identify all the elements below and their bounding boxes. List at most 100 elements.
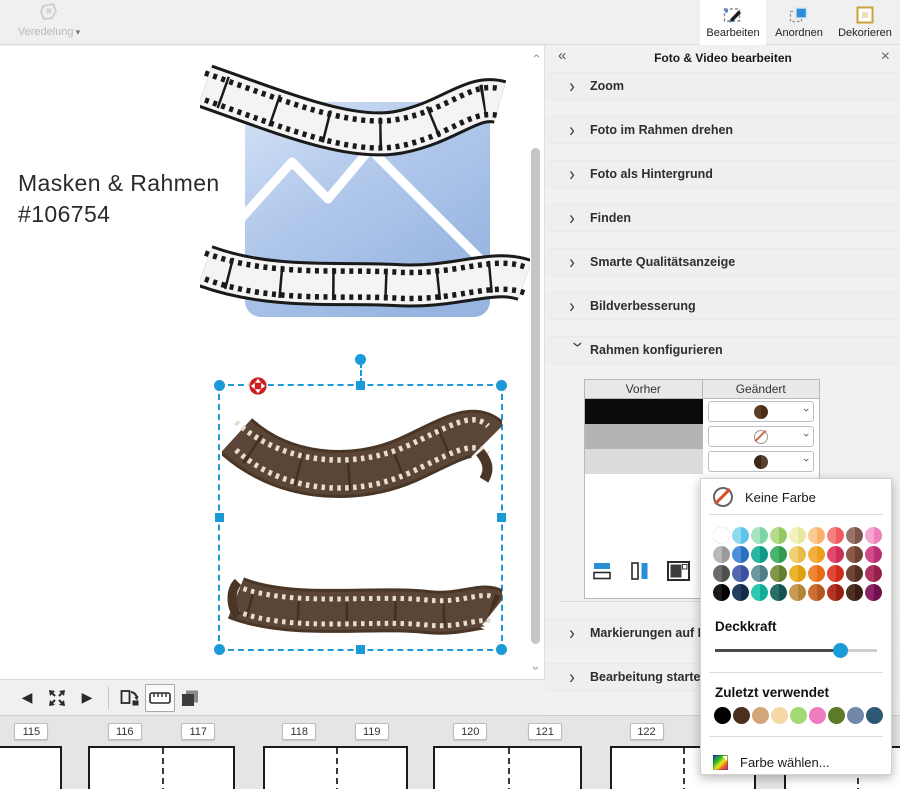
- handle-middle-left[interactable]: [215, 513, 224, 522]
- scroll-up-icon[interactable]: ›: [530, 50, 542, 62]
- palette-color-0-4[interactable]: [789, 527, 806, 544]
- palette-color-2-0[interactable]: [713, 565, 730, 582]
- recent-color-6[interactable]: [828, 707, 845, 724]
- page-number-label[interactable]: 120: [453, 723, 487, 740]
- handle-bottom-left[interactable]: [214, 644, 225, 655]
- recent-color-0[interactable]: [714, 707, 731, 724]
- after-color-dropdown-2[interactable]: ›: [708, 426, 814, 447]
- palette-color-1-8[interactable]: [865, 546, 882, 563]
- scroll-down-icon[interactable]: ›: [530, 662, 542, 674]
- palette-color-3-2[interactable]: [751, 584, 768, 601]
- filmstrip-placeholder-graphic[interactable]: [200, 54, 530, 326]
- recent-color-5[interactable]: [809, 707, 826, 724]
- page-number-label[interactable]: 121: [528, 723, 562, 740]
- palette-color-3-0[interactable]: [713, 584, 730, 601]
- selection-box[interactable]: [218, 384, 503, 651]
- section-foto-im-rahmen-drehen[interactable]: ›Foto im Rahmen drehen: [546, 116, 900, 144]
- palette-color-0-1[interactable]: [732, 527, 749, 544]
- remove-marker-icon[interactable]: [248, 376, 268, 396]
- next-page-button[interactable]: ▶: [72, 684, 102, 712]
- page-number-label[interactable]: 116: [108, 723, 142, 740]
- scrollbar-thumb[interactable]: [531, 148, 540, 644]
- palette-color-0-0[interactable]: [713, 527, 730, 544]
- canvas-area[interactable]: Masken & Rahmen #106754: [0, 46, 545, 679]
- page-spread[interactable]: [263, 746, 408, 789]
- palette-color-2-8[interactable]: [865, 565, 882, 582]
- veredelung-button[interactable]: Veredelung▾: [6, 1, 92, 44]
- canvas-vertical-scrollbar[interactable]: › ›: [528, 48, 543, 676]
- section-bildverbesserung[interactable]: ›Bildverbesserung: [546, 292, 900, 320]
- palette-color-1-1[interactable]: [732, 546, 749, 563]
- palette-color-1-7[interactable]: [846, 546, 863, 563]
- close-panel-icon[interactable]: ×: [881, 48, 890, 66]
- layers-button[interactable]: [175, 684, 205, 712]
- no-color-option[interactable]: Keine Farbe: [701, 479, 891, 514]
- tab-anordnen[interactable]: Anordnen: [766, 0, 832, 45]
- palette-color-2-6[interactable]: [827, 565, 844, 582]
- section-smarte-qualitätsanzeige[interactable]: ›Smarte Qualitätsanzeige: [546, 248, 900, 276]
- collapse-panel-icon[interactable]: «: [558, 47, 566, 64]
- palette-color-1-3[interactable]: [770, 546, 787, 563]
- rotation-handle[interactable]: [355, 354, 366, 365]
- palette-color-1-2[interactable]: [751, 546, 768, 563]
- palette-color-2-5[interactable]: [808, 565, 825, 582]
- previous-page-button[interactable]: ◀: [12, 684, 42, 712]
- recent-color-3[interactable]: [771, 707, 788, 724]
- handle-top-left[interactable]: [214, 380, 225, 391]
- recent-color-1[interactable]: [733, 707, 750, 724]
- palette-color-3-3[interactable]: [770, 584, 787, 601]
- palette-color-2-1[interactable]: [732, 565, 749, 582]
- palette-color-3-7[interactable]: [846, 584, 863, 601]
- tab-bearbeiten[interactable]: Bearbeiten: [700, 0, 766, 45]
- palette-color-0-3[interactable]: [770, 527, 787, 544]
- palette-color-0-8[interactable]: [865, 527, 882, 544]
- palette-color-1-6[interactable]: [827, 546, 844, 563]
- flip-vertical-button[interactable]: [628, 559, 652, 583]
- palette-color-3-1[interactable]: [732, 584, 749, 601]
- section-zoom[interactable]: ›Zoom: [546, 72, 900, 100]
- handle-bottom-center[interactable]: [356, 645, 365, 654]
- ruler-button[interactable]: [145, 684, 175, 712]
- palette-color-0-6[interactable]: [827, 527, 844, 544]
- slider-thumb[interactable]: [833, 643, 848, 658]
- palette-color-1-0[interactable]: [713, 546, 730, 563]
- handle-bottom-right[interactable]: [496, 644, 507, 655]
- section-finden[interactable]: ›Finden: [546, 204, 900, 232]
- handle-middle-right[interactable]: [497, 513, 506, 522]
- handle-top-right[interactable]: [496, 380, 507, 391]
- after-color-dropdown-1[interactable]: ›: [708, 401, 814, 422]
- palette-color-2-7[interactable]: [846, 565, 863, 582]
- page-number-label[interactable]: 122: [630, 723, 664, 740]
- palette-color-3-6[interactable]: [827, 584, 844, 601]
- selected-filmstrip-graphic[interactable]: [222, 390, 502, 646]
- palette-color-2-3[interactable]: [770, 565, 787, 582]
- recent-color-2[interactable]: [752, 707, 769, 724]
- palette-color-3-4[interactable]: [789, 584, 806, 601]
- page-number-label[interactable]: 115: [14, 723, 48, 740]
- fit-view-button[interactable]: [42, 684, 72, 712]
- recent-color-4[interactable]: [790, 707, 807, 724]
- palette-color-1-5[interactable]: [808, 546, 825, 563]
- image-fill-button[interactable]: [666, 559, 692, 583]
- palette-color-3-8[interactable]: [865, 584, 882, 601]
- page-spread[interactable]: [433, 746, 582, 789]
- page-number-label[interactable]: 117: [181, 723, 215, 740]
- transform-page-button[interactable]: [115, 684, 145, 712]
- page-number-label[interactable]: 119: [355, 723, 389, 740]
- palette-color-0-5[interactable]: [808, 527, 825, 544]
- palette-color-3-5[interactable]: [808, 584, 825, 601]
- choose-color-option[interactable]: Farbe wählen...: [701, 747, 891, 777]
- palette-color-0-2[interactable]: [751, 527, 768, 544]
- opacity-slider[interactable]: [715, 642, 877, 658]
- after-color-dropdown-3[interactable]: ›: [708, 451, 814, 472]
- recent-color-8[interactable]: [866, 707, 883, 724]
- palette-color-2-2[interactable]: [751, 565, 768, 582]
- page-number-label[interactable]: 118: [282, 723, 316, 740]
- palette-color-1-4[interactable]: [789, 546, 806, 563]
- palette-color-0-7[interactable]: [846, 527, 863, 544]
- section-rahmen-konfigurieren[interactable]: › Rahmen konfigurieren: [546, 336, 900, 364]
- flip-horizontal-button[interactable]: [590, 559, 614, 583]
- tab-dekorieren[interactable]: Dekorieren: [832, 0, 898, 45]
- page-spread[interactable]: [88, 746, 235, 789]
- handle-top-center[interactable]: [356, 381, 365, 390]
